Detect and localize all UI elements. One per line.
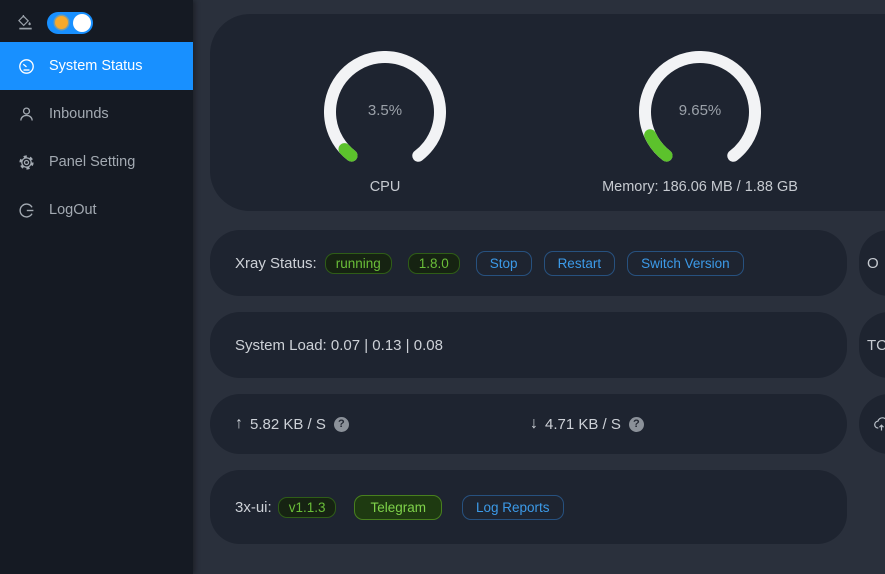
upload-speed-text: 5.82 KB / S	[250, 416, 326, 433]
right-card-1-text: O	[867, 255, 879, 272]
switch-version-button[interactable]: Switch Version	[627, 251, 744, 276]
cpu-gauge-label: CPU	[265, 179, 505, 195]
xray-status-card: Xray Status: running 1.8.0 Stop Restart …	[210, 230, 847, 296]
sidebar-item-panel-setting[interactable]: Panel Setting	[0, 138, 193, 186]
restart-button[interactable]: Restart	[544, 251, 616, 276]
download-speed: ↓ 4.71 KB / S ?	[530, 415, 644, 433]
question-circle-icon[interactable]: ?	[334, 417, 349, 432]
gear-icon	[18, 154, 35, 171]
sidebar-item-label: Inbounds	[49, 106, 109, 122]
logout-icon	[18, 202, 35, 219]
memory-gauge-label: Memory: 186.06 MB / 1.88 GB	[540, 179, 860, 195]
sidebar-topbar	[0, 0, 193, 36]
xray-status-row: Xray Status: running 1.8.0 Stop Restart …	[210, 230, 885, 296]
sidebar-item-label: LogOut	[49, 202, 97, 218]
right-card-2: TC	[859, 312, 885, 378]
log-reports-button[interactable]: Log Reports	[462, 495, 564, 520]
sidebar-item-label: System Status	[49, 58, 142, 74]
system-load-card: System Load: 0.07 | 0.13 | 0.08	[210, 312, 847, 378]
speed-row: ↑ 5.82 KB / S ? ↓ 4.71 KB / S ?	[210, 394, 885, 454]
sidebar-item-logout[interactable]: LogOut	[0, 186, 193, 234]
dashboard-icon	[18, 58, 35, 75]
gauges-card: 3.5% CPU 9.65% Memory: 186.06 MB / 1.88 …	[210, 14, 885, 211]
app-version-tag: v1.1.3	[278, 497, 337, 518]
stop-button[interactable]: Stop	[476, 251, 532, 276]
right-card-1: O	[859, 230, 885, 296]
theme-toggle[interactable]	[47, 12, 93, 34]
main-area: 3.5% CPU 9.65% Memory: 186.06 MB / 1.88 …	[193, 0, 885, 574]
arrow-down-icon: ↓	[530, 415, 538, 433]
user-icon	[18, 106, 35, 123]
toggle-knob	[73, 14, 91, 32]
cloud-upload-icon	[872, 416, 885, 432]
arrow-up-icon: ↑	[235, 415, 243, 433]
app-info-row: 3x-ui: v1.1.3 Telegram Log Reports	[210, 470, 885, 544]
sun-icon	[55, 16, 68, 29]
xray-running-tag: running	[325, 253, 392, 274]
memory-gauge-value: 9.65%	[639, 102, 761, 119]
xray-status-label: Xray Status:	[235, 255, 317, 272]
cpu-gauge-value: 3.5%	[324, 102, 446, 119]
system-load-row: System Load: 0.07 | 0.13 | 0.08 TC	[210, 312, 885, 378]
speed-card: ↑ 5.82 KB / S ? ↓ 4.71 KB / S ?	[210, 394, 847, 454]
memory-gauge: 9.65% Memory: 186.06 MB / 1.88 GB	[540, 51, 860, 195]
sidebar-menu: System Status Inbounds Panel Setting	[0, 42, 193, 234]
sidebar-item-inbounds[interactable]: Inbounds	[0, 90, 193, 138]
sidebar: System Status Inbounds Panel Setting	[0, 0, 193, 574]
cpu-gauge: 3.5% CPU	[265, 51, 505, 195]
download-speed-text: 4.71 KB / S	[545, 416, 621, 433]
xray-version-tag: 1.8.0	[408, 253, 460, 274]
upload-speed: ↑ 5.82 KB / S ?	[235, 415, 530, 433]
sidebar-item-system-status[interactable]: System Status	[0, 42, 193, 90]
telegram-button[interactable]: Telegram	[354, 495, 442, 520]
app-name-label: 3x-ui:	[235, 499, 272, 516]
right-card-3	[859, 394, 885, 454]
sidebar-item-label: Panel Setting	[49, 154, 135, 170]
theme-colors-icon	[17, 14, 34, 31]
main-content: 3.5% CPU 9.65% Memory: 186.06 MB / 1.88 …	[193, 0, 885, 544]
right-card-2-text: TC	[867, 337, 885, 354]
app-info-card: 3x-ui: v1.1.3 Telegram Log Reports	[210, 470, 847, 544]
question-circle-icon[interactable]: ?	[629, 417, 644, 432]
system-load-text: System Load: 0.07 | 0.13 | 0.08	[235, 337, 443, 354]
